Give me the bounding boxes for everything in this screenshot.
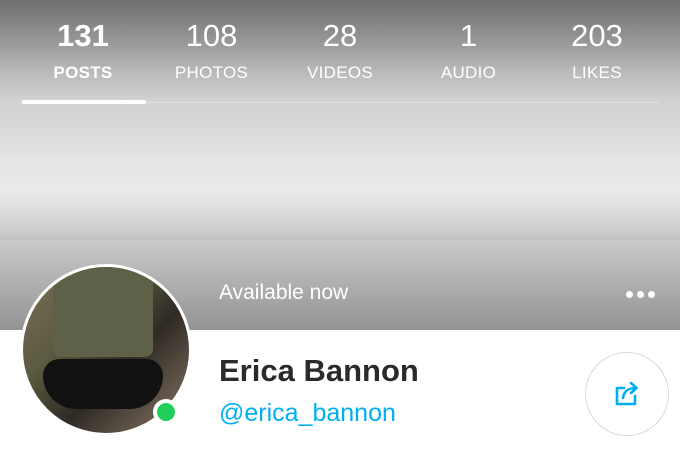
videos-label: VIDEOS	[306, 63, 374, 82]
photos-label: PHOTOS	[174, 63, 249, 82]
tab-posts[interactable]: 131 POSTS	[20, 0, 146, 104]
availability-status: Available now	[219, 281, 349, 304]
posts-count: 131	[57, 18, 109, 53]
posts-label: POSTS	[53, 63, 113, 82]
share-button[interactable]	[585, 352, 669, 436]
online-status-indicator	[153, 399, 179, 425]
share-icon	[615, 381, 638, 406]
tab-photos[interactable]: 108 PHOTOS	[149, 0, 275, 104]
photos-count: 108	[185, 18, 238, 53]
tab-audio[interactable]: 1 AUDIO	[406, 0, 532, 104]
likes-count: 203	[571, 18, 623, 53]
videos-count: 28	[322, 18, 358, 53]
likes-label: LIKES	[572, 63, 622, 82]
more-options-button[interactable]	[618, 282, 662, 306]
profile-handle[interactable]: @erica_bannon	[219, 397, 396, 429]
profile-name: Erica Bannon	[219, 353, 419, 388]
tab-likes[interactable]: 203 LIKES	[534, 0, 660, 104]
tabs-divider	[20, 102, 660, 103]
audio-count: 1	[459, 18, 478, 53]
more-horizontal-icon	[625, 290, 655, 298]
tab-videos[interactable]: 28 VIDEOS	[277, 0, 403, 104]
audio-label: AUDIO	[440, 63, 497, 82]
profile-stats-tabs: 131 POSTS 108 PHOTOS 28 VIDEOS 1 AUDIO 2…	[0, 0, 680, 104]
